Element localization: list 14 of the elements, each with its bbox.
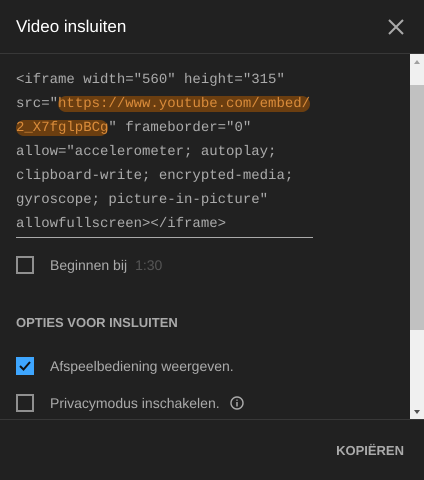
section-title: OPTIES VOOR INSLUITEN — [16, 315, 179, 330]
checkbox[interactable] — [16, 256, 34, 274]
scroll-down-arrow-icon[interactable] — [413, 409, 421, 415]
checkbox-label: Beginnen bij — [50, 257, 128, 273]
close-icon[interactable] — [386, 16, 406, 36]
copy-button[interactable]: KOPIËREN — [336, 436, 404, 464]
checkbox[interactable] — [16, 394, 34, 412]
checkbox-label: Privacymodus inschakelen. — [50, 395, 220, 411]
info-icon[interactable] — [230, 396, 244, 410]
checkbox-label: Afspeelbediening weergeven. — [50, 358, 234, 374]
embed-code-field[interactable]: <iframe width="560" height="315" src="https://www.youtube.com/embed/ 2_X7fglpBCg" frameborder="0" allow="accelerometer; autoplay; clipboard-write; encrypted-media; gyroscope; picture-in-picture" allowfullscreen></iframe> — [16, 68, 313, 238]
checkbox[interactable] — [16, 357, 34, 375]
dialog-title: Video insluiten — [16, 16, 126, 36]
scrollbar[interactable] — [410, 54, 424, 419]
